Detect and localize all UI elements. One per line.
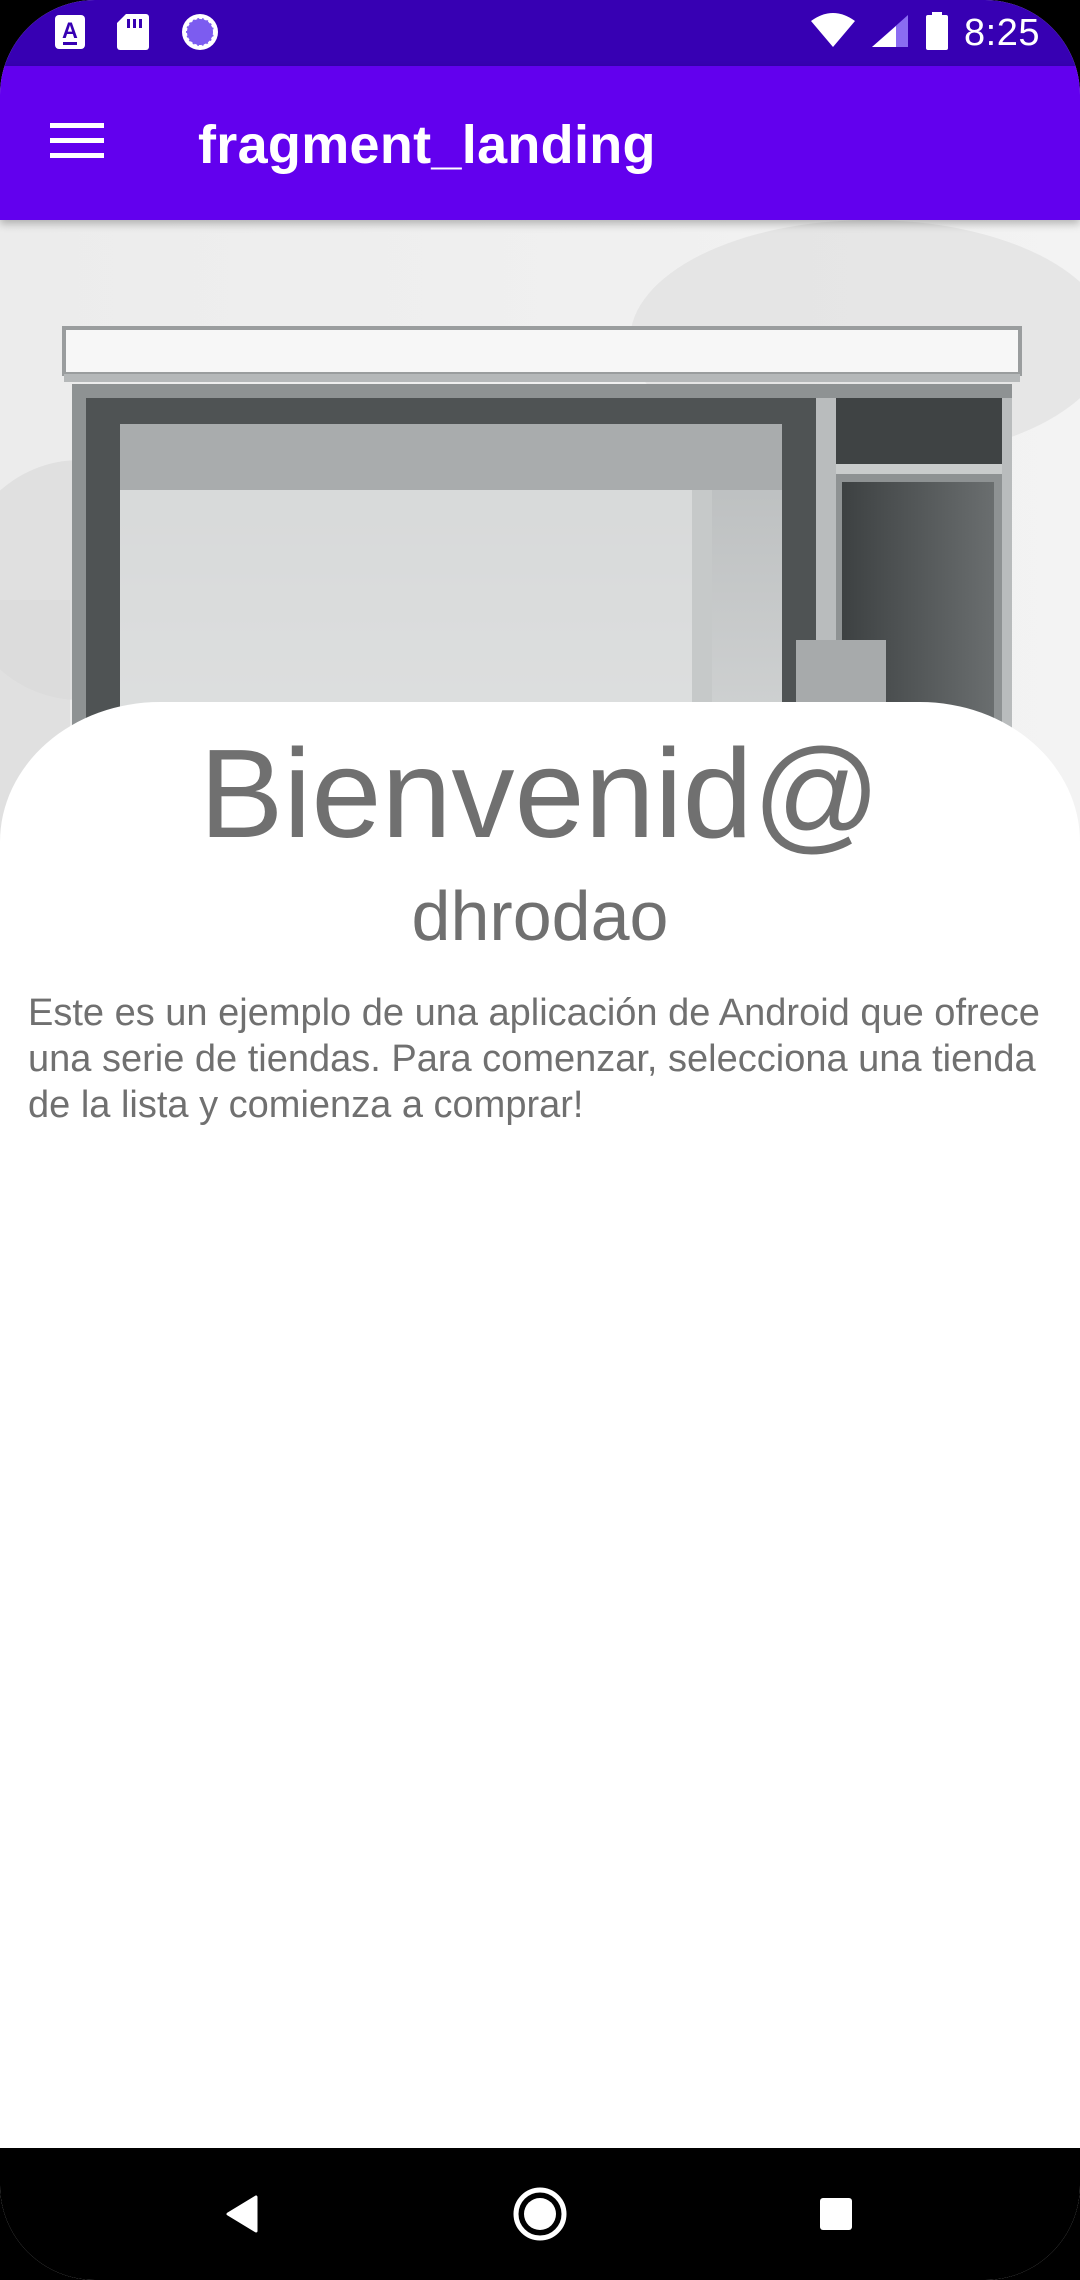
battery-icon <box>924 11 950 56</box>
toolbar-title: fragment_landing <box>198 115 656 175</box>
home-button[interactable] <box>500 2176 580 2256</box>
svg-text:A: A <box>62 18 78 43</box>
welcome-card: Bienvenid@ dhrodao Este es un ejemplo de… <box>0 702 1080 2148</box>
hamburger-menu-icon <box>50 121 104 166</box>
app-bar: fragment_landing <box>0 66 1080 220</box>
wifi-icon <box>810 12 856 54</box>
welcome-title: Bienvenid@ <box>199 723 881 864</box>
recents-icon <box>816 2194 856 2239</box>
status-system: 8:25 <box>810 6 1040 60</box>
status-bar: A 8:25 <box>0 0 1080 66</box>
signal-icon <box>870 13 910 54</box>
sd-card-icon <box>116 13 150 56</box>
back-button[interactable] <box>202 2176 282 2256</box>
menu-button[interactable] <box>30 106 124 180</box>
sync-icon <box>180 12 220 57</box>
username-label: dhrodao <box>411 877 669 955</box>
recents-button[interactable] <box>796 2176 876 2256</box>
app-screen: A 8:25 fragment_landing Bienvenid@ dhrod… <box>0 0 1080 2280</box>
status-time: 8:25 <box>964 11 1040 54</box>
welcome-description: Este es un ejemplo de una aplicación de … <box>28 992 1040 1126</box>
status-notifications: A <box>54 12 220 57</box>
home-icon <box>512 2186 568 2247</box>
a-notification-icon: A <box>54 14 86 55</box>
back-icon <box>222 2194 262 2239</box>
navigation-bar <box>0 2148 1080 2280</box>
